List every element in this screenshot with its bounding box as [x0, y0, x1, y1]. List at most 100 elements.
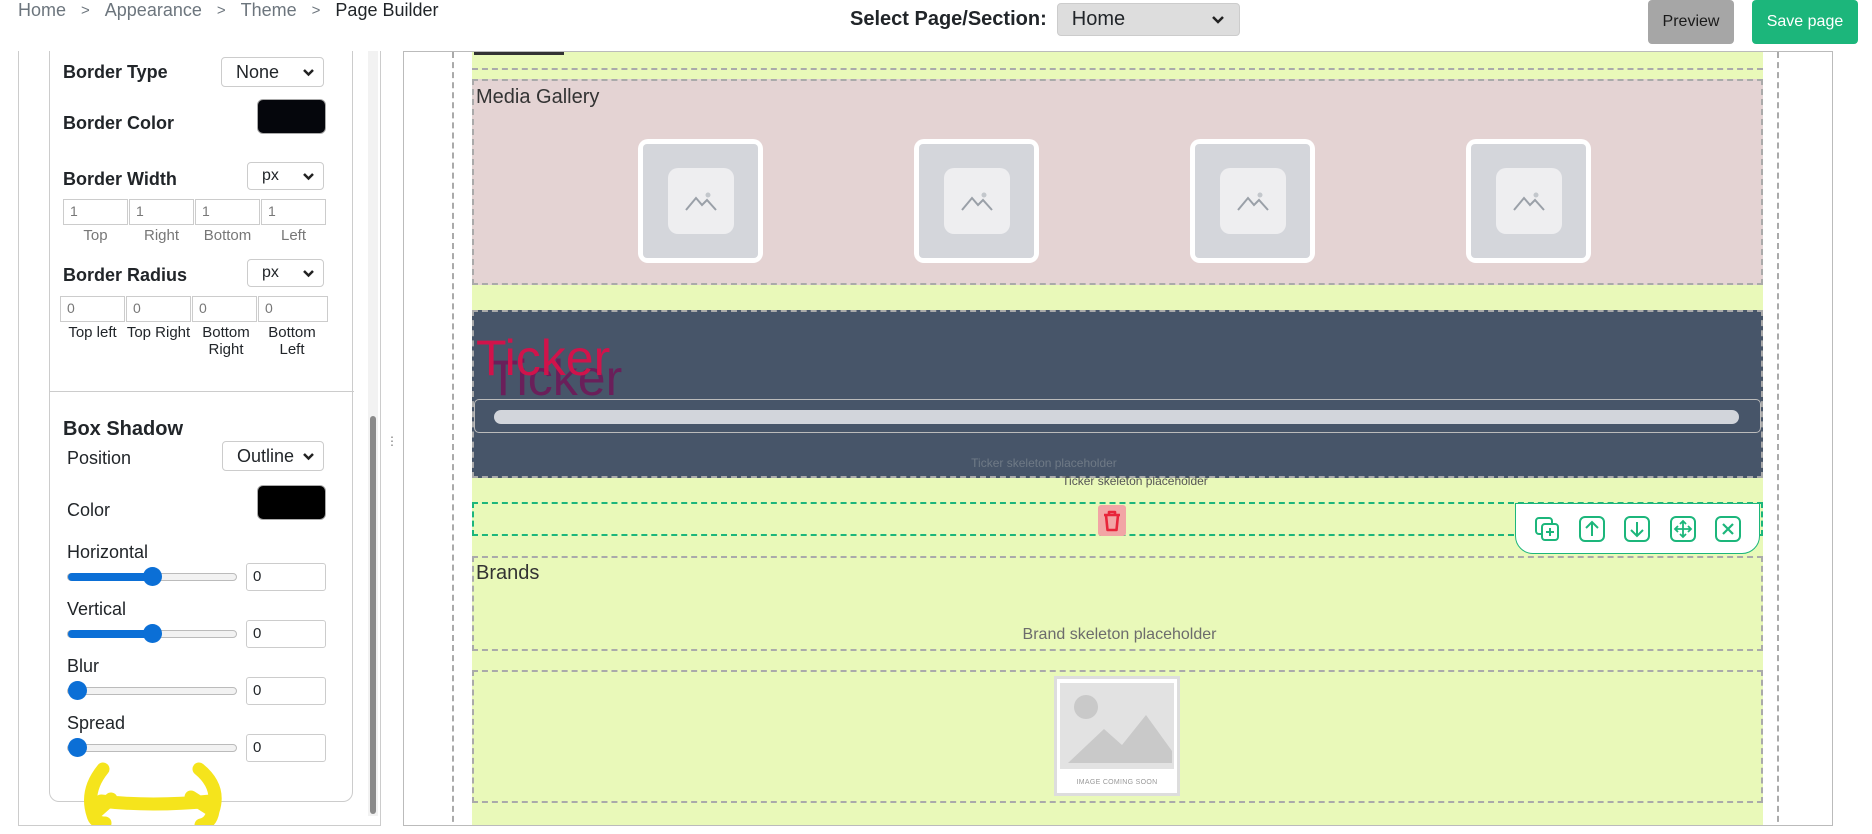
- corner-label-bottom-right: Bottom Right: [202, 324, 250, 358]
- page-select-value: Home: [1071, 8, 1126, 30]
- breadcrumb: Home > Appearance > Theme > Page Builder: [18, 0, 439, 20]
- ticker-title: Ticker: [476, 330, 611, 386]
- breadcrumb-theme[interactable]: Theme: [241, 0, 297, 21]
- image-icon: [1512, 192, 1545, 211]
- shadow-color-label: Color: [67, 500, 111, 520]
- brand-placeholder: Brand skeleton placeholder: [1022, 626, 1217, 643]
- image-coming-soon-placeholder: IMAGE COMING SOON: [1054, 676, 1180, 796]
- ticker-placeholder: Ticker skeleton placeholder: [1062, 474, 1208, 488]
- horizontal-label: Horizontal: [67, 542, 149, 562]
- border-color-swatch[interactable]: [257, 99, 326, 134]
- close-icon[interactable]: [1713, 514, 1743, 544]
- brands-section[interactable]: Brands Brand skeleton placeholder: [472, 556, 1763, 651]
- side-label-top: Top: [83, 227, 108, 244]
- vertical-slider[interactable]: [67, 624, 237, 643]
- gallery-tile[interactable]: [1190, 139, 1315, 263]
- panel-scrollbar-thumb[interactable]: [370, 416, 376, 814]
- resize-arrows-icon: [84, 762, 222, 825]
- blur-label: Blur: [67, 656, 100, 676]
- side-label-left: Left: [280, 227, 307, 244]
- chevron-down-icon: [303, 68, 314, 76]
- border-width-left-input[interactable]: 1: [261, 199, 326, 225]
- vertical-label: Vertical: [67, 599, 127, 619]
- media-gallery-section[interactable]: Media Gallery: [472, 79, 1763, 285]
- border-width-top-input[interactable]: 1: [63, 199, 128, 225]
- border-color-label: Border Color: [63, 113, 175, 133]
- chevron-down-icon: [303, 172, 314, 180]
- brands-title: Brands: [476, 562, 540, 584]
- page-canvas: Media Gallery Ticker Ticker Ticker skele…: [403, 51, 1833, 826]
- drag-move-icon[interactable]: [1668, 514, 1698, 544]
- duplicate-icon[interactable]: [1532, 514, 1562, 544]
- chevron-right-icon: >: [81, 1, 90, 19]
- spread-slider[interactable]: [67, 738, 237, 757]
- gallery-tile[interactable]: [638, 139, 763, 263]
- border-type-select[interactable]: None: [221, 57, 324, 87]
- horizontal-slider-handle[interactable]: [143, 567, 162, 586]
- blur-slider-handle[interactable]: [68, 681, 87, 700]
- corner-label-bottom-left: Bottom Left: [268, 324, 316, 358]
- corner-label-top-right: Top Right: [126, 324, 191, 341]
- side-label-right: Right: [143, 227, 180, 244]
- horizontal-input[interactable]: 0: [246, 563, 326, 591]
- shadow-color-swatch[interactable]: [257, 485, 326, 520]
- panel-resize-handle[interactable]: ⋮⋮: [386, 434, 410, 452]
- image-icon: [1236, 192, 1269, 211]
- corner-label-top-left: Top left: [68, 324, 117, 341]
- preview-button[interactable]: Preview: [1648, 0, 1734, 44]
- move-up-icon[interactable]: [1577, 514, 1607, 544]
- chevron-right-icon: >: [216, 1, 226, 19]
- border-width-right-input[interactable]: 1: [129, 199, 194, 225]
- horizontal-slider-fill: [68, 573, 153, 581]
- gallery-tile[interactable]: [914, 139, 1039, 263]
- image-section[interactable]: IMAGE COMING SOON: [472, 670, 1763, 803]
- image-coming-soon-caption: IMAGE COMING SOON: [1076, 779, 1158, 786]
- shadow-position-value: Outline: [237, 445, 295, 466]
- box-shadow-title: Box Shadow: [63, 418, 184, 440]
- border-width-unit-select[interactable]: px: [247, 162, 324, 190]
- blur-slider[interactable]: [67, 681, 237, 700]
- breadcrumb-appearance[interactable]: Appearance: [105, 0, 202, 21]
- breadcrumb-page-builder: Page Builder: [335, 0, 439, 20]
- ticker-bar: [474, 399, 1761, 433]
- move-down-icon[interactable]: [1622, 514, 1652, 544]
- border-width-unit: px: [262, 167, 279, 184]
- section-divider: [50, 391, 354, 392]
- save-page-button[interactable]: Save page: [1752, 0, 1858, 44]
- chevron-down-icon: [1211, 15, 1224, 24]
- image-icon: [960, 192, 993, 211]
- panel-scrollbar[interactable]: [368, 51, 378, 816]
- delete-icon[interactable]: [1098, 505, 1126, 536]
- border-width-bottom-input[interactable]: 1: [195, 199, 260, 225]
- radius-top-left-input[interactable]: 0: [60, 296, 125, 322]
- spread-label: Spread: [67, 713, 126, 733]
- chevron-down-icon: [303, 452, 314, 460]
- media-gallery-title: Media Gallery: [476, 86, 600, 108]
- border-radius-unit: px: [262, 264, 279, 281]
- vertical-slider-fill: [68, 630, 153, 638]
- border-type-value: None: [236, 61, 280, 82]
- vertical-input[interactable]: 0: [246, 620, 326, 648]
- page-select-label: Select Page/Section:: [850, 8, 1047, 30]
- breadcrumb-home[interactable]: Home: [18, 0, 66, 21]
- image-icon: [684, 192, 717, 211]
- spread-slider-handle[interactable]: [68, 738, 87, 757]
- gallery-tile[interactable]: [1466, 139, 1591, 263]
- style-settings-card: Border Type None Border Color Border Wid…: [49, 51, 354, 802]
- spread-input[interactable]: 0: [246, 734, 326, 762]
- page-select[interactable]: Home: [1056, 3, 1240, 36]
- vertical-slider-handle[interactable]: [143, 624, 162, 643]
- shadow-position-select[interactable]: Outline: [222, 441, 324, 471]
- canvas-scrollbar[interactable]: ▲ ▼: [1831, 52, 1832, 825]
- image-icon: [1068, 695, 1172, 763]
- border-radius-unit-select[interactable]: px: [247, 259, 324, 287]
- radius-bottom-right-input[interactable]: 0: [192, 296, 257, 322]
- top-bar: Home > Appearance > Theme > Page Builder…: [0, 0, 1872, 50]
- blur-input[interactable]: 0: [246, 677, 326, 705]
- ticker-section[interactable]: Ticker Ticker: [472, 310, 1763, 478]
- shadow-position-label: Position: [67, 448, 132, 468]
- border-width-label: Border Width: [63, 169, 177, 189]
- radius-top-right-input[interactable]: 0: [126, 296, 191, 322]
- horizontal-slider[interactable]: [67, 567, 237, 586]
- radius-bottom-left-input[interactable]: 0: [258, 296, 328, 322]
